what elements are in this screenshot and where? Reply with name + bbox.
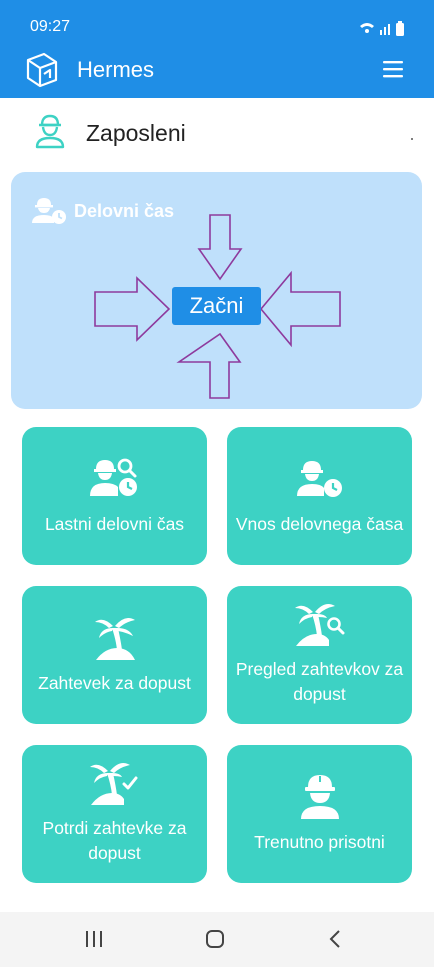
decorative-dot xyxy=(411,138,413,140)
app-bar: Hermes xyxy=(0,40,434,98)
recent-apps-icon[interactable] xyxy=(84,928,104,950)
arrow-right-icon xyxy=(94,276,171,342)
battery-icon xyxy=(396,23,404,36)
status-bar: 09:27 xyxy=(0,0,434,40)
tile-review-vacation-requests[interactable]: Pregled zahtevkov za dopust xyxy=(227,586,412,724)
employee-icon xyxy=(35,114,65,149)
work-time-panel: Delovni čas Začni xyxy=(11,172,422,409)
hamburger-menu-icon[interactable] xyxy=(382,58,404,80)
worker-icon xyxy=(300,775,339,819)
tile-enter-work-time[interactable]: Vnos delovnega časa xyxy=(227,427,412,565)
tile-label: Pregled zahtevkov za dopust xyxy=(235,659,404,704)
section-title: Zaposleni xyxy=(86,120,186,146)
hermes-logo-icon xyxy=(26,52,58,88)
tile-own-work-time[interactable]: Lastni delovni čas xyxy=(22,427,207,565)
app-title: Hermes xyxy=(77,57,155,82)
arrow-up-icon xyxy=(176,332,242,399)
tile-label: Lastni delovni čas xyxy=(44,514,185,534)
palm-island-icon xyxy=(94,618,135,660)
worker-clock-icon xyxy=(296,461,342,497)
worker-clock-search-icon xyxy=(89,458,137,496)
tile-vacation-request[interactable]: Zahtevek za dopust xyxy=(22,586,207,724)
start-button[interactable]: Začni xyxy=(172,287,261,325)
tile-label: Zahtevek za dopust xyxy=(38,673,191,693)
tile-label: Vnos delovnega časa xyxy=(235,514,404,534)
palm-island-search-icon xyxy=(294,604,344,646)
tile-currently-present[interactable]: Trenutno prisotni xyxy=(227,745,412,883)
system-navigation-bar xyxy=(0,912,434,967)
arrow-left-icon xyxy=(259,270,341,348)
tile-confirm-vacation-requests[interactable]: Potrdi zahtevke za dopust xyxy=(22,745,207,883)
section-header: Zaposleni xyxy=(0,98,434,168)
tile-label: Trenutno prisotni xyxy=(254,832,385,852)
arrow-down-icon xyxy=(197,214,243,281)
wifi-icon xyxy=(360,23,374,28)
back-icon[interactable] xyxy=(327,928,343,950)
status-icons xyxy=(360,21,404,36)
status-time: 09:27 xyxy=(30,18,71,35)
tile-label: Potrdi zahtevke za dopust xyxy=(42,818,187,863)
palm-island-check-icon xyxy=(89,763,137,805)
home-icon[interactable] xyxy=(204,928,226,950)
